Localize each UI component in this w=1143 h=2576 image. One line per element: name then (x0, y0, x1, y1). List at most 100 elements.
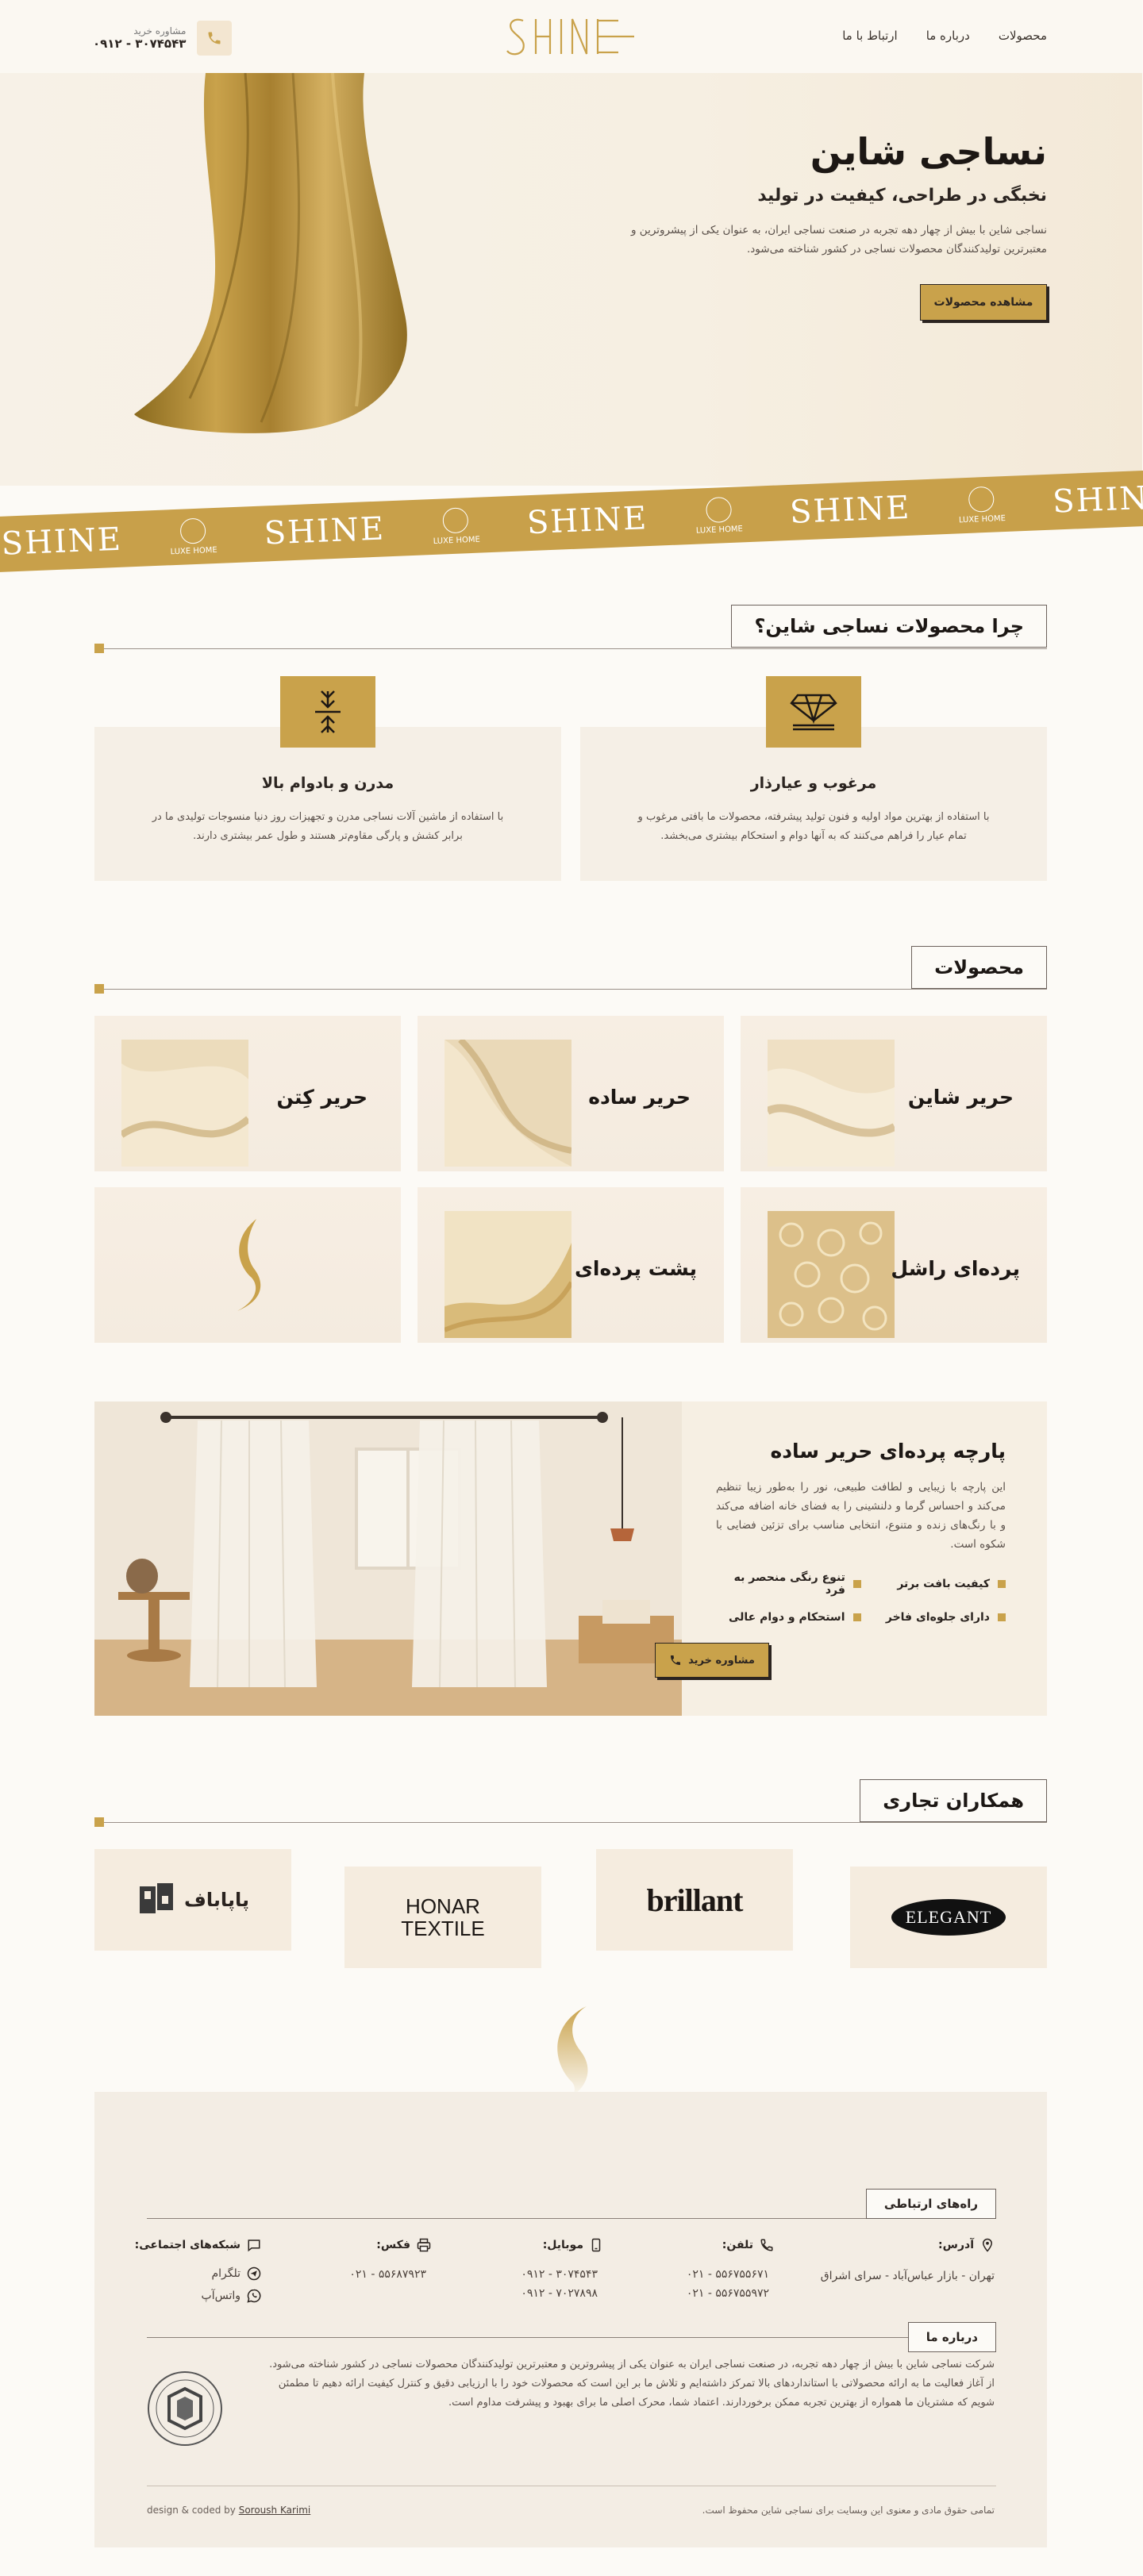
bullet-square-icon (853, 1613, 862, 1621)
company-seal-logo (148, 2371, 223, 2446)
nav-products[interactable]: محصولات (999, 29, 1048, 43)
address-label: آدرس: (939, 2238, 995, 2252)
curtain-room-image (95, 1401, 683, 1716)
badge-icon (706, 496, 733, 523)
phone-contact[interactable]: مشاوره خرید ۰۹۱۲ - ۳۰۷۴۵۴۳ (94, 21, 233, 56)
section-divider (95, 989, 1048, 990)
why-section-title: چرا محصولات نساجی شاین؟ (732, 605, 1048, 648)
bullet-square-icon (999, 1580, 1006, 1588)
mobile-icon (592, 2238, 602, 2252)
whatsapp-icon (248, 2289, 262, 2303)
copyright-text: تمامی حقوق مادی و معنوی این وبسایت برای … (702, 2505, 995, 2516)
products-section-title: محصولات (912, 946, 1048, 989)
feature-bullet: تنوع رنگی منحصر به فرد (717, 1571, 862, 1597)
mobile-label: موبایل: (544, 2238, 603, 2252)
address-value: تهران - بازار عباس‌آباد - سرای اشراق (821, 2270, 995, 2282)
product-image (445, 1040, 572, 1167)
product-card-more[interactable] (95, 1187, 402, 1343)
product-card[interactable]: پرده‌ای راشل (741, 1187, 1048, 1343)
phone-number: ۰۹۱۲ - ۳۰۷۴۵۴۳ (94, 37, 187, 51)
why-card-text: با استفاده از ماشین آلات نساجی مدرن و تج… (152, 811, 505, 842)
mobile-value[interactable]: ۰۹۱۲ - ۷۰۲۷۸۹۸ (521, 2284, 598, 2303)
product-card[interactable]: حریر ساده (418, 1016, 725, 1171)
about-title: درباره ما (908, 2322, 997, 2352)
shine-logo[interactable] (500, 11, 643, 62)
phone-icon (761, 2239, 774, 2251)
partner-logo-honar[interactable]: HONAR TEXTILE (345, 1867, 542, 1968)
product-card[interactable]: حریر کِتن (95, 1016, 402, 1171)
purchase-consult-button[interactable]: مشاوره خرید (656, 1643, 770, 1678)
section-divider (95, 1822, 1048, 1823)
view-products-button[interactable]: مشاهده محصولات (921, 284, 1048, 321)
honar-logo-text: HONAR TEXTILE (402, 1894, 486, 1940)
footer-swirl-icon (558, 2006, 589, 2098)
section-dot (95, 644, 105, 653)
site-footer (95, 2092, 1048, 2547)
silk-drape-image (135, 73, 408, 433)
whatsapp-link[interactable]: واتس‌آپ (202, 2289, 262, 2303)
main-nav: محصولات درباره ما ارتباط با ما (843, 29, 1048, 43)
section-dot (95, 984, 105, 994)
section-dot (95, 1817, 105, 1827)
telegram-link[interactable]: تلگرام (212, 2266, 262, 2281)
section-divider (95, 648, 1048, 649)
location-pin-icon (983, 2238, 994, 2252)
ribbon-logo: SHINE (527, 500, 650, 542)
bullet-square-icon (853, 1580, 862, 1588)
product-image (122, 1040, 249, 1167)
fax-label: فکس: (377, 2238, 432, 2252)
nav-about[interactable]: درباره ما (927, 29, 971, 43)
hero-description: نساجی شاین با بیش از چهار دهه تجربه در ص… (631, 224, 1048, 256)
why-card-text: با استفاده از بهترین مواد اولیه و فنون ت… (638, 811, 991, 842)
product-card[interactable]: پشت پرده‌ای (418, 1187, 725, 1343)
badge-icon (180, 517, 207, 544)
feature-bullet: کیفیت بافت برتر (862, 1571, 1006, 1597)
feature-bullet: استحکام و دوام عالی (717, 1611, 862, 1624)
printer-icon (418, 2238, 432, 2252)
phone-icon (672, 1655, 682, 1665)
compress-arrows-icon (281, 676, 376, 748)
mobile-value[interactable]: ۰۹۱۲ - ۳۰۷۴۵۴۳ (521, 2265, 598, 2284)
swirl-icon (238, 1219, 262, 1311)
social-label: شبکه‌های اجتماعی: (136, 2238, 262, 2252)
why-card (581, 727, 1048, 881)
site-header: محصولات درباره ما ارتباط با ما مشاوره خر… (0, 0, 1143, 73)
why-card-title: مرغوب و عیارذار (751, 775, 878, 792)
telegram-icon (248, 2266, 262, 2281)
ribbon-badge: LUXE HOME (695, 496, 744, 535)
ribbon-logo: SHINE (1, 521, 124, 563)
product-image (768, 1040, 895, 1167)
partner-logo-elegant[interactable]: ELEGANT (851, 1867, 1048, 1968)
papabaf-emblem-icon (140, 1883, 175, 1913)
about-text: شرکت نساجی شاین با بیش از چهار دهه تجربه… (270, 2359, 995, 2409)
product-card[interactable]: حریر شاین (741, 1016, 1048, 1171)
phone-icon (198, 21, 233, 56)
feature-bullet: دارای جلوه‌ای فاخر (862, 1611, 1006, 1624)
partner-logo-brillant[interactable]: brillant (597, 1849, 794, 1951)
product-name: پرده‌ای راشل (891, 1257, 1021, 1280)
fax-value: ۰۲۱ - ۵۵۶۸۷۹۲۳ (350, 2268, 427, 2281)
brillant-logo-text: brillant (647, 1882, 745, 1918)
ribbon-badge: LUXE HOME (170, 517, 218, 556)
phone-label: تلفن: (723, 2238, 775, 2252)
phone-value[interactable]: ۰۲۱ - ۵۵۶۷۵۵۹۷۲ (687, 2284, 770, 2303)
product-image (768, 1211, 895, 1338)
nav-contact[interactable]: ارتباط با ما (843, 29, 898, 43)
partner-logo-papabaf[interactable]: پاپاباف (95, 1849, 292, 1951)
feature-bullets: کیفیت بافت برتر تنوع رنگی منحصر به فرد د… (717, 1571, 1006, 1624)
bullet-square-icon (999, 1613, 1006, 1621)
why-card-title: مدرن و بادوام بالا (262, 775, 395, 792)
contact-title: راه‌های ارتباطی (866, 2189, 997, 2219)
phone-value[interactable]: ۰۲۱ - ۵۵۶۷۵۵۶۷۱ (687, 2265, 770, 2284)
footer-divider (148, 2337, 997, 2338)
chat-icon (248, 2240, 261, 2252)
partners-section-title: همکاران تجاری (860, 1779, 1048, 1822)
hero-title: نساجی شاین (810, 130, 1048, 173)
ribbon-logo: SHINE (790, 489, 913, 531)
why-card (95, 727, 562, 881)
designer-link[interactable]: Soroush Karimi (240, 2505, 312, 2516)
product-name: حریر کِتن (277, 1086, 368, 1109)
ribbon-logo: SHINE (1053, 479, 1143, 521)
product-name: حریر ساده (589, 1086, 691, 1109)
feature-title: پارچه پرده‌ای حریر ساده (771, 1440, 1006, 1463)
